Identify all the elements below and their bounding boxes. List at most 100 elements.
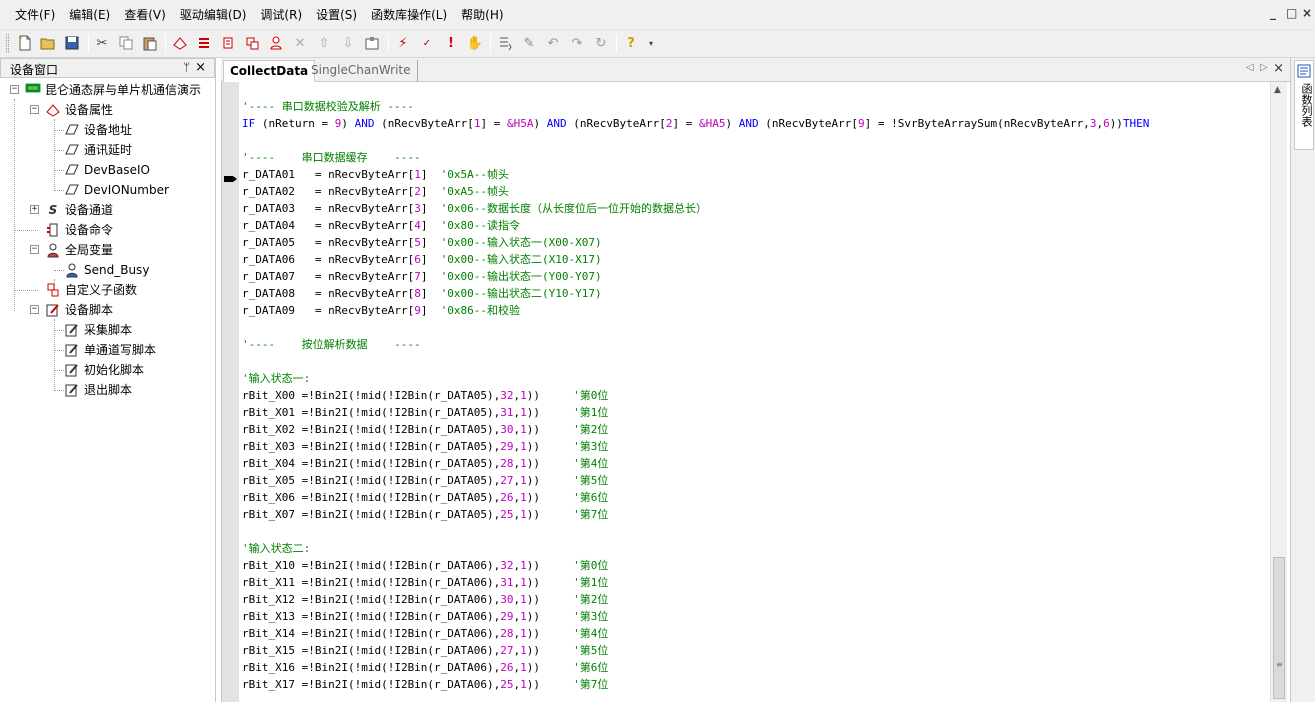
step-icon[interactable]	[495, 33, 515, 53]
close-tab-icon[interactable]: ×	[1273, 61, 1284, 76]
code-line[interactable]: rBit_X12 =!Bin2I(!mid(!I2Bin(r_DATA06),3…	[242, 591, 1149, 608]
code-line[interactable]: '---- 按位解析数据 ----	[242, 336, 1149, 353]
paste-icon[interactable]	[140, 33, 160, 53]
tree-toggle-properties[interactable]: −	[30, 105, 39, 114]
loop-icon[interactable]: ↻	[591, 33, 611, 53]
menu-debug[interactable]: 调试(R)	[253, 7, 309, 24]
menu-file[interactable]: 文件(F)	[8, 7, 62, 24]
code-line[interactable]: rBit_X04 =!Bin2I(!mid(!I2Bin(r_DATA05),2…	[242, 455, 1149, 472]
tree-item-scripts[interactable]: 设备脚本	[45, 301, 113, 319]
code-line[interactable]: r_DATA01 = nRecvByteArr[1] '0x5A--帧头	[242, 166, 1149, 183]
tab-singlechanwrite[interactable]: SingleChanWrite	[305, 60, 418, 82]
editor-gutter[interactable]	[222, 82, 239, 702]
minimize-icon[interactable]: _	[1270, 6, 1276, 20]
device-add-icon[interactable]	[170, 33, 190, 53]
code-line[interactable]: '---- 串口数据缓存 ----	[242, 149, 1149, 166]
code-line[interactable]: rBit_X14 =!Bin2I(!mid(!I2Bin(r_DATA06),2…	[242, 625, 1149, 642]
tab-collectdata[interactable]: CollectData	[223, 60, 316, 82]
tree-item-device-address[interactable]: 设备地址	[64, 121, 132, 139]
menu-view[interactable]: 查看(V)	[117, 7, 173, 24]
tree-item-subfunctions[interactable]: 自定义子函数	[45, 281, 137, 299]
tree-item-single-write-script[interactable]: 单通道写脚本	[64, 341, 156, 359]
code-line[interactable]: rBit_X03 =!Bin2I(!mid(!I2Bin(r_DATA05),2…	[242, 438, 1149, 455]
tab-scroll-right-icon[interactable]: ▷	[1260, 62, 1268, 73]
code-line[interactable]: r_DATA08 = nRecvByteArr[8] '0x00--输出状态二(…	[242, 285, 1149, 302]
hand-icon[interactable]: ✋	[465, 33, 485, 53]
tree-item-collect-script[interactable]: 采集脚本	[64, 321, 132, 339]
tree-item-devionumber[interactable]: DevIONumber	[64, 181, 169, 199]
tree-item-send-busy[interactable]: Send_Busy	[64, 261, 149, 279]
code-line[interactable]: r_DATA04 = nRecvByteArr[4] '0x80--读指令	[242, 217, 1149, 234]
code-editor[interactable]: '---- 串口数据校验及解析 ---- IF (nReturn = 9) AND…	[221, 82, 1270, 702]
menu-settings[interactable]: 设置(S)	[309, 7, 364, 24]
save-icon[interactable]	[62, 33, 82, 53]
toolbar-grip[interactable]	[6, 34, 9, 53]
code-line[interactable]: rBit_X16 =!Bin2I(!mid(!I2Bin(r_DATA06),2…	[242, 659, 1149, 676]
cut-icon[interactable]: ✂	[92, 33, 112, 53]
code-line[interactable]: rBit_X01 =!Bin2I(!mid(!I2Bin(r_DATA05),3…	[242, 404, 1149, 421]
tab-scroll-left-icon[interactable]: ◁	[1246, 62, 1254, 73]
code-line[interactable]	[242, 132, 1149, 149]
redo-icon[interactable]: ↷	[567, 33, 587, 53]
code-line[interactable]: rBit_X06 =!Bin2I(!mid(!I2Bin(r_DATA05),2…	[242, 489, 1149, 506]
tree-item-devbaseio[interactable]: DevBaseIO	[64, 161, 150, 179]
code-line[interactable]: rBit_X10 =!Bin2I(!mid(!I2Bin(r_DATA06),3…	[242, 557, 1149, 574]
tree-item-channel[interactable]: S 设备通道	[45, 201, 113, 219]
help-icon[interactable]: ?	[621, 33, 641, 53]
code-line[interactable]: rBit_X00 =!Bin2I(!mid(!I2Bin(r_DATA05),3…	[242, 387, 1149, 404]
close-icon[interactable]: ×	[195, 60, 206, 75]
code-line[interactable]	[242, 353, 1149, 370]
tree-toggle-root[interactable]: −	[10, 85, 19, 94]
code-line[interactable]: '---- 串口数据校验及解析 ----	[242, 98, 1149, 115]
tree-item-init-script[interactable]: 初始化脚本	[64, 361, 144, 379]
device-command-icon[interactable]	[218, 33, 238, 53]
menu-driver-edit[interactable]: 驱动编辑(D)	[173, 7, 254, 24]
move-down-icon[interactable]: ⇩	[338, 33, 358, 53]
pin-icon[interactable]: ᛘ	[183, 61, 190, 74]
code-line[interactable]: rBit_X02 =!Bin2I(!mid(!I2Bin(r_DATA05),3…	[242, 421, 1149, 438]
code-line[interactable]	[242, 523, 1149, 540]
code-line[interactable]: r_DATA03 = nRecvByteArr[3] '0x06--数据长度（从…	[242, 200, 1149, 217]
new-file-icon[interactable]	[15, 33, 35, 53]
code-line[interactable]: rBit_X17 =!Bin2I(!mid(!I2Bin(r_DATA06),2…	[242, 676, 1149, 693]
code-line[interactable]: r_DATA09 = nRecvByteArr[9] '0x86--和校验	[242, 302, 1149, 319]
toolbar-overflow-icon[interactable]: ▾	[641, 33, 661, 53]
tree-toggle-channel[interactable]: +	[30, 205, 39, 214]
tree-item-globals[interactable]: 全局变量	[45, 241, 113, 259]
open-folder-icon[interactable]	[38, 33, 58, 53]
code-line[interactable]: rBit_X07 =!Bin2I(!mid(!I2Bin(r_DATA05),2…	[242, 506, 1149, 523]
code-line[interactable]: r_DATA05 = nRecvByteArr[5] '0x00--输入状态一(…	[242, 234, 1149, 251]
delete-icon[interactable]: ✕	[290, 33, 310, 53]
properties-icon[interactable]	[362, 33, 382, 53]
tree-item-root[interactable]: 昆仑通态屏与单片机通信演示	[25, 81, 201, 99]
scroll-up-icon[interactable]: ▲	[1274, 85, 1281, 95]
function-list-tab[interactable]: 函数列表	[1294, 60, 1314, 150]
code-line[interactable]: r_DATA02 = nRecvByteArr[2] '0xA5--帧头	[242, 183, 1149, 200]
code-line[interactable]: '输入状态二:	[242, 540, 1149, 557]
close-window-icon[interactable]: ×	[1302, 6, 1312, 20]
move-up-icon[interactable]: ⇧	[314, 33, 334, 53]
tree-toggle-scripts[interactable]: −	[30, 305, 39, 314]
editor-vertical-scrollbar[interactable]: ▲ ≡	[1270, 82, 1287, 702]
tree-item-exit-script[interactable]: 退出脚本	[64, 381, 132, 399]
menu-edit[interactable]: 编辑(E)	[62, 7, 117, 24]
code-line[interactable]: rBit_X05 =!Bin2I(!mid(!I2Bin(r_DATA05),2…	[242, 472, 1149, 489]
code-line[interactable]: rBit_X13 =!Bin2I(!mid(!I2Bin(r_DATA06),2…	[242, 608, 1149, 625]
menu-library[interactable]: 函数库操作(L)	[364, 7, 454, 24]
device-variable-icon[interactable]	[242, 33, 262, 53]
restore-icon[interactable]: □	[1286, 6, 1297, 20]
device-channel-icon[interactable]	[194, 33, 214, 53]
code-line[interactable]: rBit_X11 =!Bin2I(!mid(!I2Bin(r_DATA06),3…	[242, 574, 1149, 591]
tree-item-properties[interactable]: 设备属性	[45, 101, 113, 119]
device-user-icon[interactable]	[266, 33, 286, 53]
undo-icon[interactable]: ↶	[543, 33, 563, 53]
code-line[interactable]: '输入状态一:	[242, 370, 1149, 387]
tree-item-command[interactable]: 设备命令	[45, 221, 113, 239]
menu-help[interactable]: 帮助(H)	[454, 7, 510, 24]
tree-toggle-globals[interactable]: −	[30, 245, 39, 254]
stop-icon[interactable]: !	[441, 33, 461, 53]
code-line[interactable]	[242, 319, 1149, 336]
copy-icon[interactable]	[116, 33, 136, 53]
compile-icon[interactable]: ⚡	[393, 33, 413, 53]
debug-icon[interactable]: ✓	[417, 33, 437, 53]
